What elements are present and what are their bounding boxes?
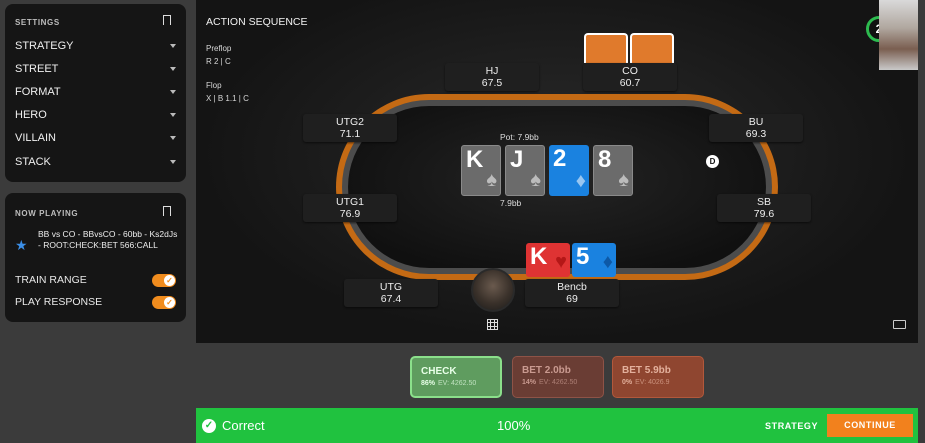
seat-sb[interactable]: SB 79.6 [717, 194, 811, 222]
result-status: Correct [222, 418, 265, 433]
hero-card: 5 ♦ [572, 243, 616, 277]
avatar [471, 268, 515, 312]
flop-label: Flop [206, 81, 222, 90]
now-playing-description: BB vs CO - BBvsCO - 60bb - Ks2dJs - ROOT… [38, 229, 178, 250]
spade-icon: ♠ [530, 169, 541, 191]
chevron-down-icon [170, 44, 176, 48]
menu-format[interactable]: FORMAT [15, 82, 176, 102]
check-icon: ✓ [164, 296, 175, 308]
board-card: 8 ♠ [593, 145, 633, 196]
train-range-toggle[interactable]: ✓ [152, 273, 176, 287]
menu-villain[interactable]: VILLAIN [15, 128, 176, 148]
diamond-icon: ♦ [575, 170, 586, 192]
dealer-button: D [706, 155, 719, 168]
check-button[interactable]: CHECK 86% EV: 4262.50 [410, 356, 502, 398]
diamond-icon: ♦ [602, 251, 613, 273]
train-range-label: TRAIN RANGE [15, 274, 87, 286]
villain-card-back [584, 33, 628, 63]
spade-icon: ♠ [618, 169, 629, 191]
strategy-link[interactable]: STRATEGY [765, 421, 818, 431]
grid-icon[interactable] [486, 318, 498, 330]
bet-small-button[interactable]: BET 2.0bb 14% EV: 4262.50 [512, 356, 604, 398]
preflop-actions: R 2 | C [206, 57, 231, 66]
board-card: K ♠ [461, 145, 501, 196]
menu-stack[interactable]: STACK [15, 152, 176, 172]
bet-large-button[interactable]: BET 5.9bb 0% EV: 4026.9 [612, 356, 704, 398]
hero-card: K ♥ [526, 243, 570, 277]
seat-bu[interactable]: BU 69.3 [709, 114, 803, 142]
pot-label: Pot: 7.9bb [500, 132, 539, 142]
now-playing-panel: NOW PLAYING ★ BB vs CO - BBvsCO - 60bb -… [5, 193, 186, 322]
settings-header: SETTINGS [15, 18, 60, 27]
chevron-down-icon [170, 90, 176, 94]
seat-hj[interactable]: HJ 67.5 [445, 63, 539, 91]
menu-street[interactable]: STREET [15, 59, 176, 79]
star-icon[interactable]: ★ [15, 237, 28, 254]
keyboard-icon[interactable] [893, 320, 906, 329]
now-playing-header: NOW PLAYING [15, 209, 79, 218]
train-range-row: TRAIN RANGE ✓ [15, 272, 176, 288]
result-bar: ✓ Correct 100% STRATEGY CONTINUE [196, 408, 918, 443]
bookmark-icon[interactable] [163, 15, 171, 25]
chevron-down-icon [170, 136, 176, 140]
webcam-overlay [879, 0, 918, 70]
chevron-down-icon [170, 67, 176, 71]
chevron-down-icon [170, 113, 176, 117]
result-score: 100% [497, 418, 531, 433]
settings-panel: SETTINGS STRATEGY STREET FORMAT HERO VIL… [5, 4, 186, 182]
menu-strategy[interactable]: STRATEGY [15, 36, 176, 56]
villain-card-back [630, 33, 674, 63]
board-card: J ♠ [505, 145, 545, 196]
seat-utg[interactable]: UTG 67.4 [344, 279, 438, 307]
board-card: 2 ♦ [549, 145, 589, 196]
preflop-label: Preflop [206, 44, 232, 53]
action-sequence-title: ACTION SEQUENCE [206, 16, 308, 28]
bookmark-icon[interactable] [163, 206, 171, 216]
check-icon: ✓ [164, 274, 175, 286]
continue-button[interactable]: CONTINUE [827, 414, 913, 437]
poker-table-area: ACTION SEQUENCE Preflop R 2 | C Flop X |… [196, 0, 918, 343]
seat-utg1[interactable]: UTG1 76.9 [303, 194, 397, 222]
seat-utg2[interactable]: UTG2 71.1 [303, 114, 397, 142]
menu-hero[interactable]: HERO [15, 105, 176, 125]
pot-amount: 7.9bb [500, 198, 522, 208]
play-response-row: PLAY RESPONSE ✓ [15, 294, 176, 310]
play-response-label: PLAY RESPONSE [15, 296, 103, 308]
play-response-toggle[interactable]: ✓ [152, 295, 176, 309]
heart-icon: ♥ [555, 251, 567, 273]
seat-co[interactable]: CO 60.7 [583, 63, 677, 91]
seat-hero[interactable]: Bencb 69 [525, 279, 619, 307]
spade-icon: ♠ [486, 169, 497, 191]
check-circle-icon: ✓ [202, 419, 216, 433]
flop-actions: X | B 1.1 | C [206, 94, 249, 103]
chevron-down-icon [170, 160, 176, 164]
